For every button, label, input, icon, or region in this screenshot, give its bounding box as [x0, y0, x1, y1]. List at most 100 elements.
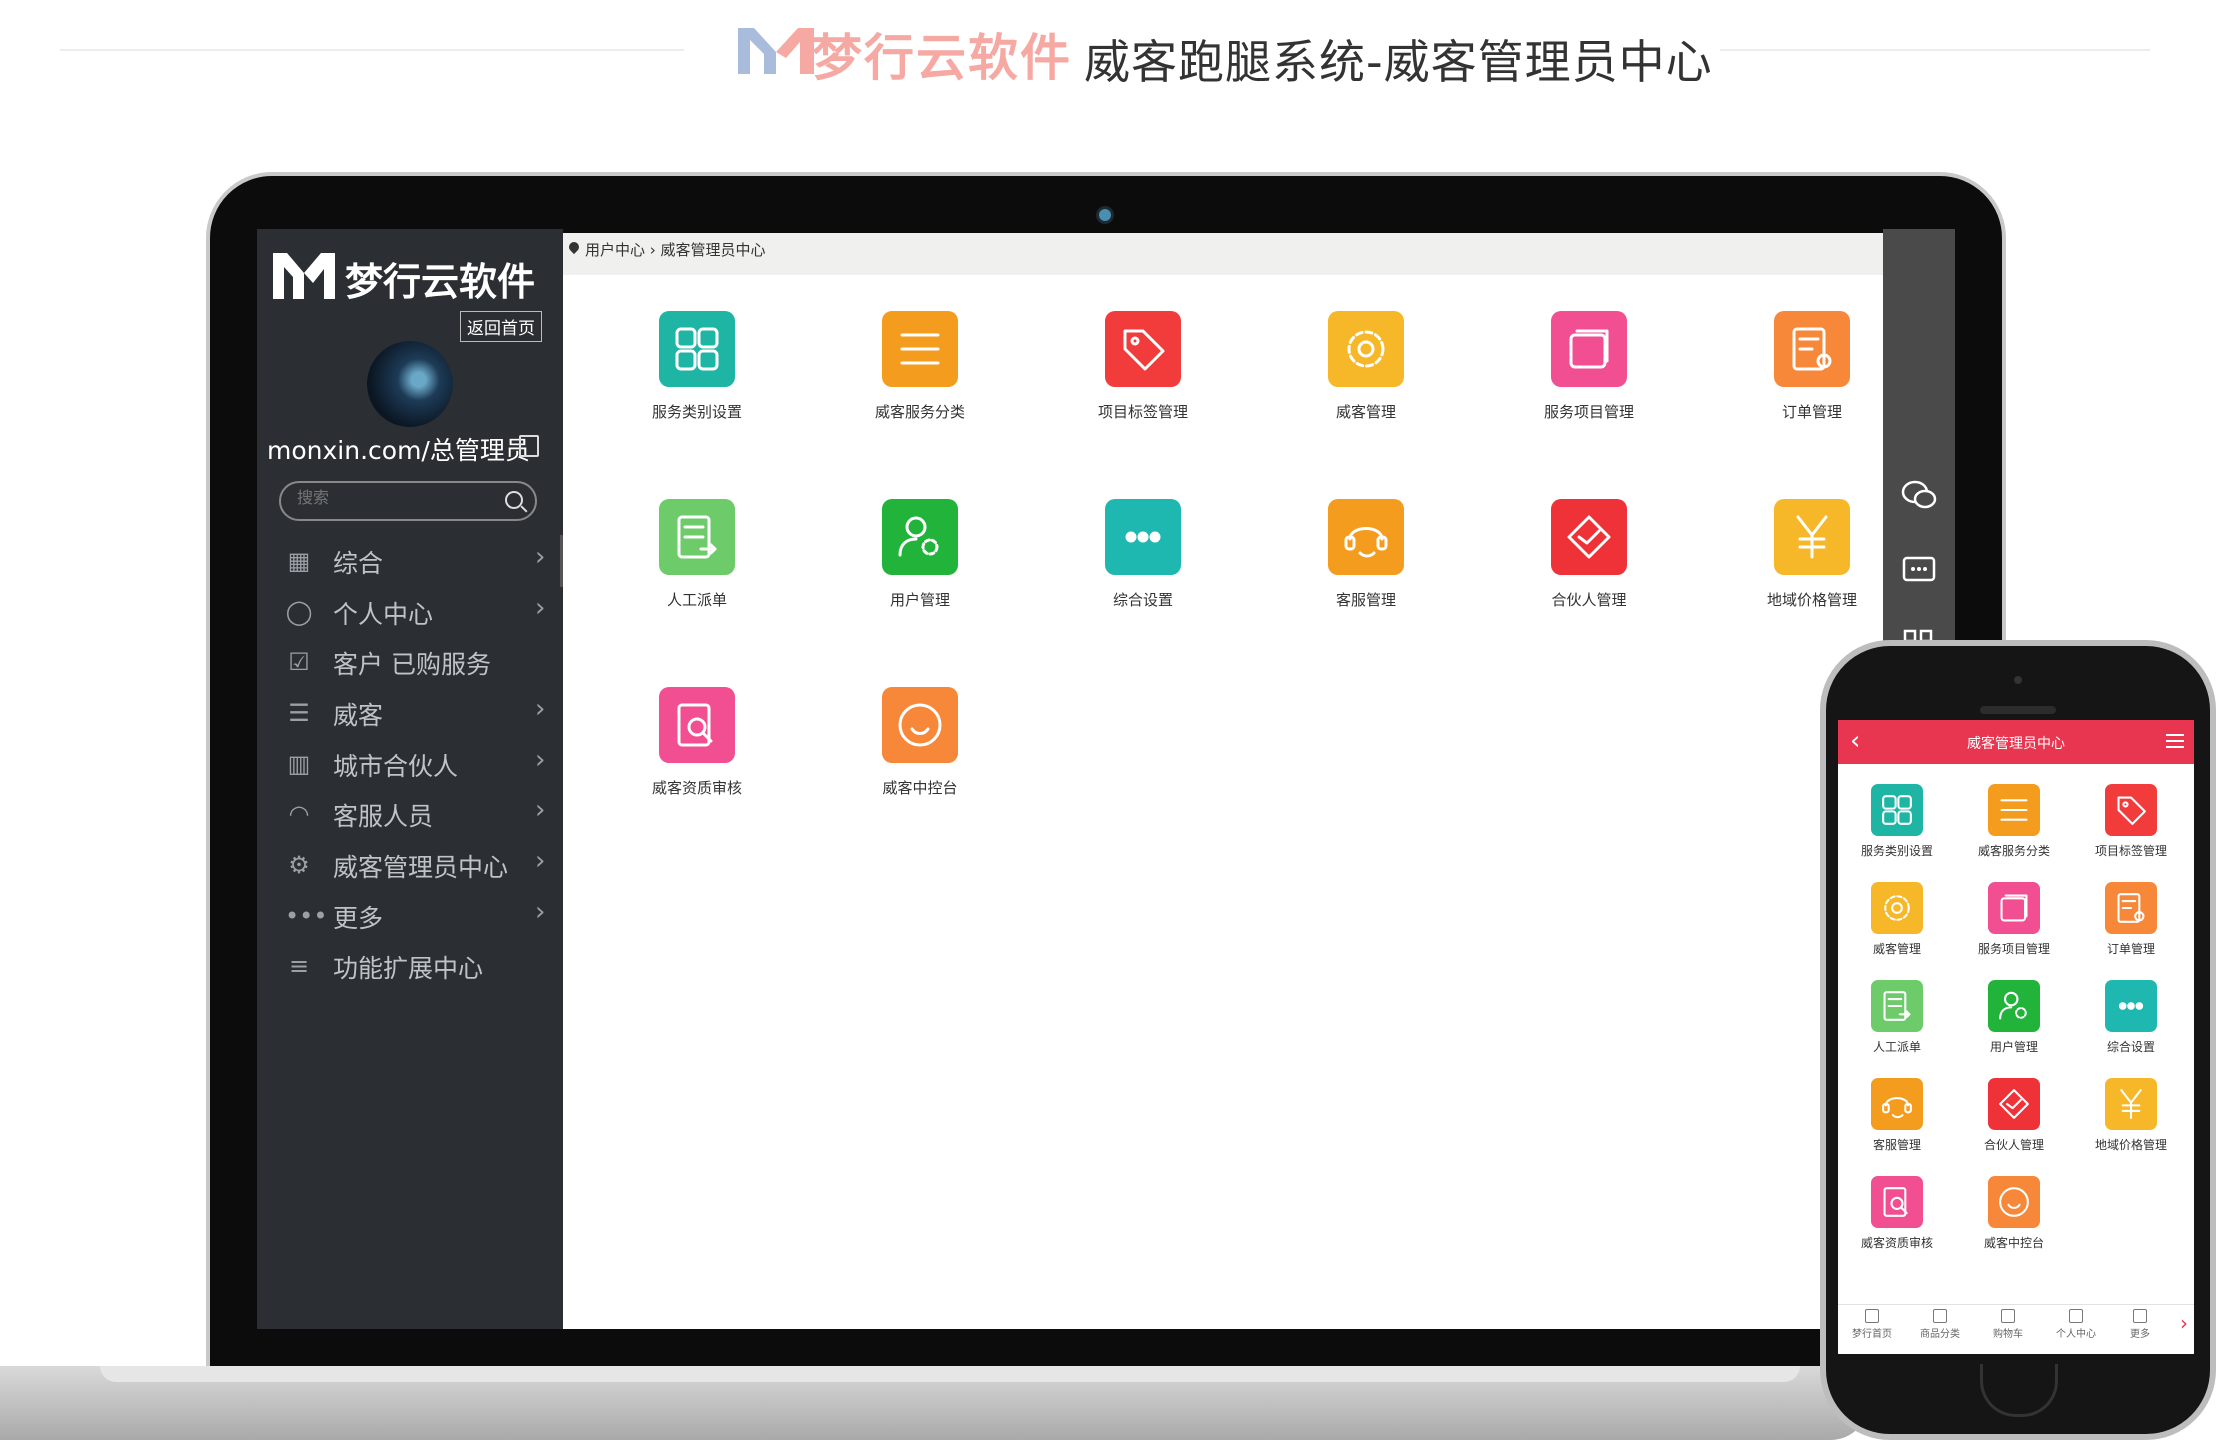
- headset-icon: [1328, 499, 1404, 575]
- app-tile[interactable]: 客服管理: [1842, 1078, 1952, 1153]
- app-tile[interactable]: 服务项目管理: [1514, 311, 1664, 422]
- list-icon: [1933, 1309, 1947, 1323]
- banner-title: 威客跑腿系统-威客管理员中心: [1084, 35, 1713, 89]
- app-label: 威客服务分类: [1977, 844, 2050, 858]
- gear-icon: [1871, 882, 1923, 934]
- search-input[interactable]: [295, 489, 479, 509]
- tab-home[interactable]: 梦行首页: [1842, 1309, 1902, 1340]
- app-tile[interactable]: 用户管理: [845, 499, 995, 610]
- chevron-right-icon: ›: [535, 795, 546, 825]
- tab-label: 更多: [2130, 1329, 2150, 1340]
- chevron-right-icon: ›: [535, 593, 546, 623]
- app-tile[interactable]: 威客服务分类: [1959, 784, 2069, 859]
- app-tile[interactable]: 订单管理: [1737, 311, 1887, 422]
- app-label: 威客资质审核: [651, 779, 742, 797]
- app-tile[interactable]: 客服管理: [1291, 499, 1441, 610]
- user-name[interactable]: monxin.com/总管理员: [267, 431, 530, 467]
- app-tile[interactable]: 服务类别设置: [622, 311, 772, 422]
- app-tile[interactable]: 用户管理: [1959, 980, 2069, 1055]
- message-icon[interactable]: [1901, 555, 1937, 587]
- app-label: 地域价格管理: [2094, 1138, 2167, 1152]
- app-label: 用户管理: [1989, 1040, 2038, 1054]
- home-icon: [1865, 1309, 1879, 1323]
- layers-icon: ☰: [288, 699, 310, 727]
- sidebar-item-label: 综合: [333, 549, 384, 578]
- sidebar-item-label: 威客管理员中心: [333, 853, 509, 882]
- app-label: 威客中控台: [1983, 1236, 2044, 1250]
- tab-personal-center[interactable]: 个人中心: [2046, 1309, 2106, 1340]
- app-tile[interactable]: 服务类别设置: [1842, 784, 1952, 859]
- avatar[interactable]: [367, 341, 453, 427]
- app-tile[interactable]: 威客中控台: [845, 687, 995, 798]
- home-button[interactable]: 返回首页: [460, 311, 542, 342]
- app-tile[interactable]: 合伙人管理: [1514, 499, 1664, 610]
- app-tile[interactable]: 地域价格管理: [2076, 1078, 2186, 1153]
- user-gear-icon: ⚙: [288, 851, 310, 879]
- app-label: 服务类别设置: [1860, 844, 1933, 858]
- dots-icon: [2105, 980, 2157, 1032]
- gear-icon: [1328, 311, 1404, 387]
- logout-icon[interactable]: [519, 435, 539, 457]
- app-tile[interactable]: 威客管理: [1291, 311, 1441, 422]
- order-icon: [2105, 882, 2157, 934]
- chevron-right-icon[interactable]: ›: [2180, 1311, 2188, 1335]
- app-label: 订单管理: [2106, 942, 2155, 956]
- order-icon: [1774, 311, 1850, 387]
- menu-icon: ≡: [288, 952, 310, 980]
- more-icon: •••: [285, 902, 328, 930]
- sidebar-item-label: 个人中心: [333, 600, 434, 629]
- sidebar-item-label: 客服人员: [333, 802, 434, 831]
- app-tile[interactable]: 威客资质审核: [1842, 1176, 1952, 1251]
- app-tile[interactable]: 合伙人管理: [1959, 1078, 2069, 1153]
- app-label: 威客管理: [1335, 403, 1396, 421]
- app-label: 客服管理: [1872, 1138, 1921, 1152]
- laptop-base-lip: [100, 1366, 1800, 1382]
- tab-cart[interactable]: 购物车: [1978, 1309, 2038, 1340]
- app-tile[interactable]: 服务项目管理: [1959, 882, 2069, 957]
- app-label: 人工派单: [666, 591, 727, 609]
- app-label: 威客中控台: [882, 779, 958, 797]
- app-label: 用户管理: [889, 591, 950, 609]
- wechat-icon[interactable]: [1901, 479, 1937, 511]
- tag-icon: [1105, 311, 1181, 387]
- chevron-right-icon: ›: [535, 745, 546, 775]
- dispatch-icon: [1871, 980, 1923, 1032]
- hamburger-menu-icon[interactable]: [2166, 734, 2184, 748]
- app-tile[interactable]: 威客服务分类: [845, 311, 995, 422]
- app-label: 服务项目管理: [1977, 942, 2050, 956]
- app-tile[interactable]: 项目标签管理: [2076, 784, 2186, 859]
- breadcrumb[interactable]: 用户中心 › 威客管理员中心: [585, 239, 766, 260]
- app-tile[interactable]: 人工派单: [1842, 980, 1952, 1055]
- app-tile[interactable]: 威客资质审核: [622, 687, 772, 798]
- app-tile[interactable]: 综合设置: [2076, 980, 2186, 1055]
- app-tile[interactable]: 威客中控台: [1959, 1176, 2069, 1251]
- app-label: 综合设置: [1112, 591, 1173, 609]
- app-label: 威客资质审核: [1860, 1236, 1933, 1250]
- banner-divider-right: [1720, 49, 2150, 51]
- app-tile[interactable]: 人工派单: [622, 499, 772, 610]
- tab-categories[interactable]: 商品分类: [1910, 1309, 1970, 1340]
- app-tile[interactable]: 综合设置: [1068, 499, 1218, 610]
- app-label: 服务项目管理: [1543, 403, 1634, 421]
- sidebar-item-label: 更多: [333, 904, 384, 933]
- handshake-icon: [1551, 499, 1627, 575]
- app-tile[interactable]: 订单管理: [2076, 882, 2186, 957]
- sidebar-item-extensions[interactable]: ≡ 功能扩展中心: [257, 935, 563, 995]
- phone-earpiece: [1980, 706, 2056, 714]
- tab-more[interactable]: 更多: [2110, 1309, 2170, 1340]
- banner-brand-name: 梦行云软件: [812, 29, 1072, 87]
- app-tile[interactable]: 项目标签管理: [1068, 311, 1218, 422]
- app-label: 客服管理: [1335, 591, 1396, 609]
- audit-icon: [1871, 1176, 1923, 1228]
- user-gear-icon: [882, 499, 958, 575]
- app-tile[interactable]: 地域价格管理: [1737, 499, 1887, 610]
- list-icon: [882, 311, 958, 387]
- app-tile[interactable]: 威客管理: [1842, 882, 1952, 957]
- chevron-right-icon: ›: [535, 694, 546, 724]
- search-icon[interactable]: [505, 491, 523, 509]
- chevron-right-icon: ›: [535, 897, 546, 927]
- app-label: 威客服务分类: [874, 403, 965, 421]
- tab-label: 购物车: [1993, 1329, 2023, 1340]
- building-icon: ▥: [287, 750, 311, 778]
- app-label: 合伙人管理: [1983, 1138, 2044, 1152]
